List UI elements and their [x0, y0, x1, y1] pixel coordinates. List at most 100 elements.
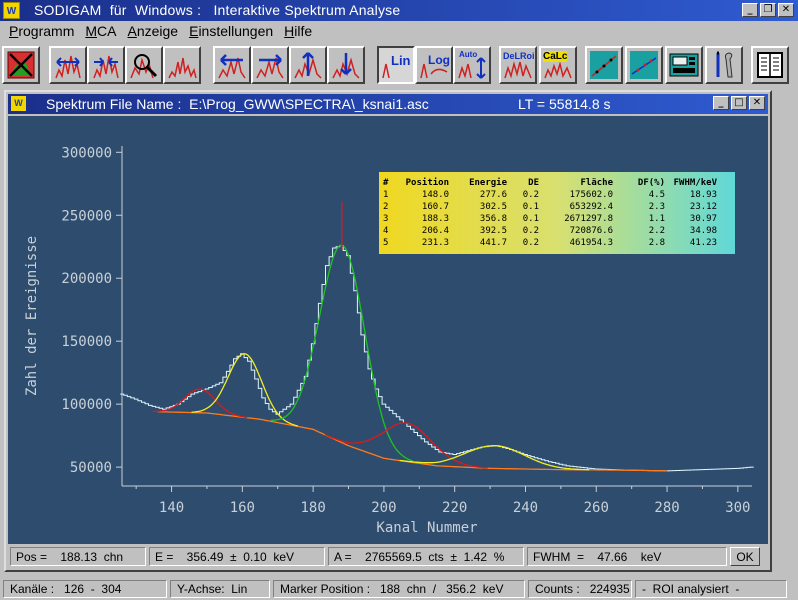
peak-fit-curve [191, 353, 298, 427]
menu-einstellungen[interactable]: Einstellungen [186, 21, 281, 41]
child-maximize-button[interactable]: □ [731, 96, 747, 110]
live-time: LT = 55814.8 s [518, 96, 611, 112]
results-cell: 206.4 [421, 226, 449, 236]
ok-button[interactable]: OK [730, 547, 760, 566]
results-cell: 0.1 [522, 214, 539, 224]
scale-up-button[interactable] [289, 46, 327, 84]
child-minimize-button[interactable]: _ [713, 96, 729, 110]
restore-button[interactable]: ❐ [760, 3, 776, 17]
x-tick-label: 160 [230, 500, 255, 516]
header-number: # [383, 178, 389, 188]
child-close-button[interactable]: ✕ [749, 96, 765, 110]
calc-label: CaLc [543, 51, 568, 62]
y-tick-label: 50000 [70, 460, 112, 476]
results-cell: 461954.3 [569, 238, 613, 248]
tools-button[interactable] [705, 46, 743, 84]
delete-roi-button[interactable]: DeLRoi [499, 46, 537, 84]
shift-left-button[interactable] [213, 46, 251, 84]
scale-down-button[interactable] [327, 46, 365, 84]
app-title: SODIGAM für Windows : Interaktive Spektr… [34, 2, 401, 18]
results-cell: 2.2 [648, 226, 665, 236]
peak-results-table: # Position Energie DE Fläche DF(%) FWHM/… [383, 177, 717, 249]
y-axis-label: Zahl der Ereignisse [24, 236, 40, 396]
app-icon[interactable]: W [3, 2, 20, 19]
zoom-button[interactable] [125, 46, 163, 84]
magnifier-icon [130, 54, 158, 79]
fwhm-calibration-button[interactable] [625, 46, 663, 84]
menu-mca[interactable]: MCA [82, 21, 124, 41]
mca-device-button[interactable] [665, 46, 703, 84]
menu-programm[interactable]: Programm [6, 21, 82, 41]
x-tick-label: 260 [584, 500, 609, 516]
shift-right-button[interactable] [251, 46, 289, 84]
results-cell: 2.8 [648, 238, 665, 248]
calibration-line-icon [590, 51, 618, 79]
results-cell: 231.3 [421, 238, 449, 248]
results-row: 4 206.4 392.5 0.2 720876.6 2.2 34.98 [383, 225, 717, 237]
spectrum-window-title-bar: W Spektrum File Name : E:\Prog_GWW\SPECT… [8, 94, 768, 114]
arrow-left-icon [218, 54, 246, 79]
y-tick-label: 100000 [61, 397, 112, 413]
delroi-label: DeLRoi [503, 51, 535, 61]
minimize-button[interactable]: _ [742, 3, 758, 17]
results-cell: 720876.6 [569, 226, 613, 236]
menu-label: Anzeige [127, 23, 179, 39]
menu-label: Hilfe [284, 23, 313, 39]
app-status-bar: Kanäle : 126 - 304 Y-Achse: Lin Marker P… [0, 578, 798, 600]
results-row: 2 160.7 302.5 0.1 653292.4 2.3 23.12 [383, 201, 717, 213]
results-cell: 30.97 [689, 214, 717, 224]
results-cell: 0.1 [522, 202, 539, 212]
results-cell: 1 [383, 190, 389, 200]
expand-range-button[interactable] [49, 46, 87, 84]
results-cell: 5 [383, 238, 389, 248]
report-button[interactable] [751, 46, 789, 84]
results-cell: 148.0 [421, 190, 449, 200]
header-fwhm: FWHM/keV [673, 178, 717, 188]
menu-anzeige[interactable]: Anzeige [124, 21, 186, 41]
menu-label: MCA [85, 23, 117, 39]
y-tick-label: 150000 [61, 334, 112, 350]
log-scale-button[interactable]: Log [415, 46, 453, 84]
results-cell: 0.2 [522, 226, 539, 236]
menu-label: Programm [9, 23, 75, 39]
counts-status: Counts : 224935 [528, 580, 632, 598]
x-tick-label: 200 [371, 500, 396, 516]
results-row: 5 231.3 441.7 0.2 461954.3 2.8 41.23 [383, 237, 717, 249]
fwhm-readout: FWHM = 47.66 keV [527, 547, 727, 566]
x-tick-label: 180 [300, 500, 325, 516]
arrow-down-icon [332, 53, 360, 79]
x-tick-label: 280 [654, 500, 679, 516]
spectrum-icon [168, 57, 197, 79]
energy-readout: E = 356.49 ± 0.10 keV [149, 547, 325, 566]
menu-hilfe[interactable]: Hilfe [281, 21, 320, 41]
results-cell: 188.3 [421, 214, 449, 224]
header-de: DE [528, 178, 539, 188]
x-axis-label: Kanal Nummer [376, 520, 477, 536]
auto-scale-button[interactable]: Auto [453, 46, 491, 84]
close-button[interactable]: ✕ [778, 3, 794, 17]
results-cell: 160.7 [421, 202, 449, 212]
peak-fit-curve [399, 445, 590, 471]
stop-button[interactable] [2, 46, 40, 84]
x-tick-label: 140 [159, 500, 184, 516]
calibration-button[interactable] [585, 46, 623, 84]
full-spectrum-button[interactable] [163, 46, 201, 84]
results-cell: 277.6 [479, 190, 507, 200]
linear-scale-button[interactable]: Lin [377, 46, 415, 84]
calculate-button[interactable]: CaLc [539, 46, 577, 84]
arrow-right-icon [256, 54, 284, 79]
peak-fit-curve [271, 244, 413, 462]
spectrum-window-icon[interactable]: W [11, 96, 26, 111]
header-df: DF(%) [637, 178, 665, 188]
x-tick-label: 220 [442, 500, 467, 516]
report-book-icon [757, 52, 783, 78]
peak-results-panel: # Position Energie DE Fläche DF(%) FWHM/… [379, 172, 735, 254]
stop-acquisition-icon [7, 51, 35, 79]
area-readout: A = 2765569.5 cts ± 1.42 % [328, 547, 524, 566]
compress-range-button[interactable] [87, 46, 125, 84]
log-label: Log [428, 53, 450, 67]
menu-label: Einstellungen [189, 23, 274, 39]
results-cell: 3 [383, 214, 389, 224]
spectrum-plot[interactable]: 140 160 180 200 220 240 260 280 300 50000 100000 15… [8, 116, 768, 544]
roi-status: - ROI analysiert - [635, 580, 787, 598]
